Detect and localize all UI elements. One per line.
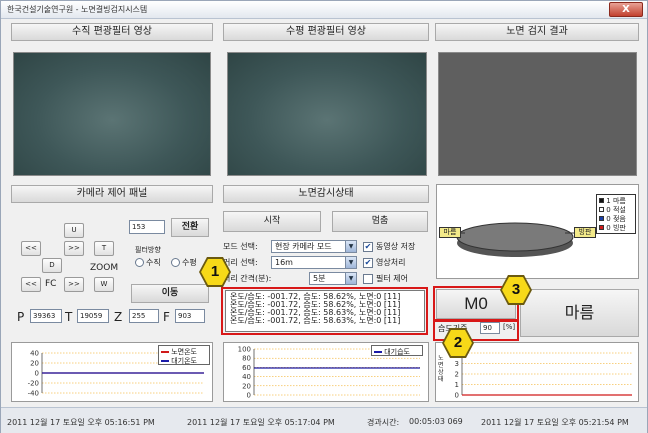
horizontal-filter-header: 수평 편광필터 영상 (223, 23, 429, 41)
interval-select-label: 처리 간격(분): (223, 274, 272, 283)
focus-far-button[interactable]: >> (64, 277, 84, 292)
focus-value-field[interactable]: 903 (175, 309, 205, 323)
detection-result-header: 노면 검지 결과 (435, 23, 639, 41)
pie-legend: 1 마름 0 적설 0 젖음 0 빙판 (596, 194, 636, 234)
vertical-filter-header: 수직 편광필터 영상 (11, 23, 213, 41)
tilt-label: T (65, 310, 73, 324)
road-state-pie-panel: 마름 빙판 1 마름 0 적설 0 젖음 0 빙판 (436, 184, 639, 279)
interval-select-value: 5분 (313, 274, 326, 283)
annotation-number: 1 (201, 259, 229, 285)
camera-control-header: 카메라 제어 패널 (11, 185, 213, 203)
tick-label: 0 (455, 392, 459, 400)
humidity-legend: 대기습도 (371, 345, 423, 356)
last-process-time: 2011 12월 17 토요일 오후 05:17:04 PM (187, 418, 335, 427)
distance-select[interactable]: 16m ▼ (271, 256, 357, 269)
vertical-radio[interactable] (135, 258, 144, 267)
tick-label: 0 (35, 370, 39, 378)
vertical-radio-label: 수직 (146, 258, 161, 267)
switch-button[interactable]: 전환 (171, 218, 209, 237)
interval-select[interactable]: 5분 ▼ (309, 272, 357, 285)
mode-select-value: 현장 카메라 모드 (275, 242, 332, 251)
tick-label: 40 (242, 373, 251, 381)
zoom-wide-button[interactable]: W (94, 277, 114, 292)
detection-result-image (438, 52, 637, 176)
temperature-chart: 40 20 0 -20 -40 노면온도 대기온도 (11, 342, 213, 402)
zoom-tele-button[interactable]: T (94, 241, 114, 256)
tilt-value-field[interactable]: 19059 (77, 309, 109, 323)
zoom-value-field[interactable]: 255 (129, 309, 159, 323)
zoom-pos-label: Z (114, 310, 123, 324)
process-video-checkbox[interactable]: ✔ (363, 258, 373, 268)
zoom-label: ZOOM (90, 263, 119, 273)
tick-label: 60 (242, 364, 251, 372)
humidity-chart: 100 80 60 40 20 0 대기습도 (223, 342, 429, 402)
focus-near-button[interactable]: << (21, 277, 41, 292)
move-button[interactable]: 이동 (131, 284, 209, 303)
tick-label: 0 (247, 392, 251, 400)
road-status-header: 노면감시상태 (223, 185, 429, 203)
close-button[interactable]: X (609, 2, 643, 17)
tick-label: -20 (28, 380, 39, 388)
legend-air-temp: 대기온도 (171, 357, 197, 365)
tick-label: 40 (30, 350, 39, 358)
elapsed-label: 경과시간: (367, 418, 400, 427)
tick-label: 3 (455, 360, 459, 368)
elapsed-time: 00:05:03 069 (409, 417, 463, 426)
pan-down-button[interactable]: D (42, 258, 62, 273)
tick-label: 2 (455, 371, 459, 379)
annotation-number: 3 (502, 277, 530, 303)
pan-right-button[interactable]: >> (64, 241, 84, 256)
filter-control-label: 필터 제어 (376, 274, 408, 283)
tick-label: 100 (238, 346, 251, 354)
pan-label: P (17, 310, 25, 324)
legend-air-humidity: 대기습도 (384, 348, 410, 356)
horizontal-radio-label: 수평 (182, 258, 197, 267)
distance-select-label: 거리 선택: (223, 258, 258, 267)
annotation-number: 2 (444, 330, 472, 356)
temperature-legend: 노면온도 대기온도 (158, 345, 210, 365)
pie-left-tag: 마름 (439, 227, 461, 238)
chevron-down-icon: ▼ (345, 241, 356, 252)
mode-select-label: 모드 선택: (223, 242, 258, 251)
road-state-display: 마름 (520, 289, 639, 337)
focus-label: FC (45, 279, 57, 289)
save-video-checkbox[interactable]: ✔ (363, 242, 373, 252)
tick-label: -40 (28, 390, 39, 398)
focus-pos-label: F (163, 310, 170, 324)
legend-road-temp: 노면온도 (171, 348, 197, 356)
pie-right-tag: 빙판 (574, 227, 596, 238)
current-time: 2011 12월 17 토요일 오후 05:21:54 PM (481, 418, 629, 427)
start-time: 2011 12월 17 토요일 오후 05:16:51 PM (7, 418, 155, 427)
filter-control-checkbox[interactable] (363, 274, 373, 284)
tick-label: 20 (242, 382, 251, 390)
app-window: 한국건설기술연구원 - 노면결빙검지시스템 X 수직 편광필터 영상 수평 편광… (0, 0, 648, 433)
mode-select[interactable]: 현장 카메라 모드 ▼ (271, 240, 357, 253)
stop-button[interactable]: 멈춤 (332, 211, 428, 232)
road-state-axis-label: 노면상태 (438, 355, 444, 383)
distance-select-value: 16m (275, 258, 293, 267)
pan-value-field[interactable]: 39363 (30, 309, 62, 323)
status-bar: 2011 12월 17 토요일 오후 05:16:51 PM 2011 12월 … (1, 407, 647, 433)
horizontal-filter-video (227, 52, 427, 176)
tick-label: 1 (455, 381, 459, 389)
window-title: 한국건설기술연구원 - 노면결빙검지시스템 (7, 5, 148, 14)
horizontal-radio[interactable] (171, 258, 180, 267)
tick-label: 80 (242, 355, 251, 363)
vertical-filter-video (13, 52, 211, 176)
position-input[interactable]: 153 (129, 220, 165, 234)
tick-label: 20 (30, 360, 39, 368)
chevron-down-icon: ▼ (345, 273, 356, 284)
legend-item: 0 빙판 (599, 223, 626, 233)
pan-up-button[interactable]: U (64, 223, 84, 238)
process-video-label: 영상처리 (376, 258, 406, 267)
pan-left-button[interactable]: << (21, 241, 41, 256)
save-video-label: 동영상 저장 (376, 242, 416, 251)
filter-direction-label: 필터방향 (135, 246, 161, 254)
title-bar: 한국건설기술연구원 - 노면결빙검지시스템 X (1, 1, 647, 19)
annotation-box-log (221, 287, 428, 335)
chevron-down-icon: ▼ (345, 257, 356, 268)
start-button[interactable]: 시작 (223, 211, 321, 232)
pie-slice-dry (456, 222, 574, 252)
